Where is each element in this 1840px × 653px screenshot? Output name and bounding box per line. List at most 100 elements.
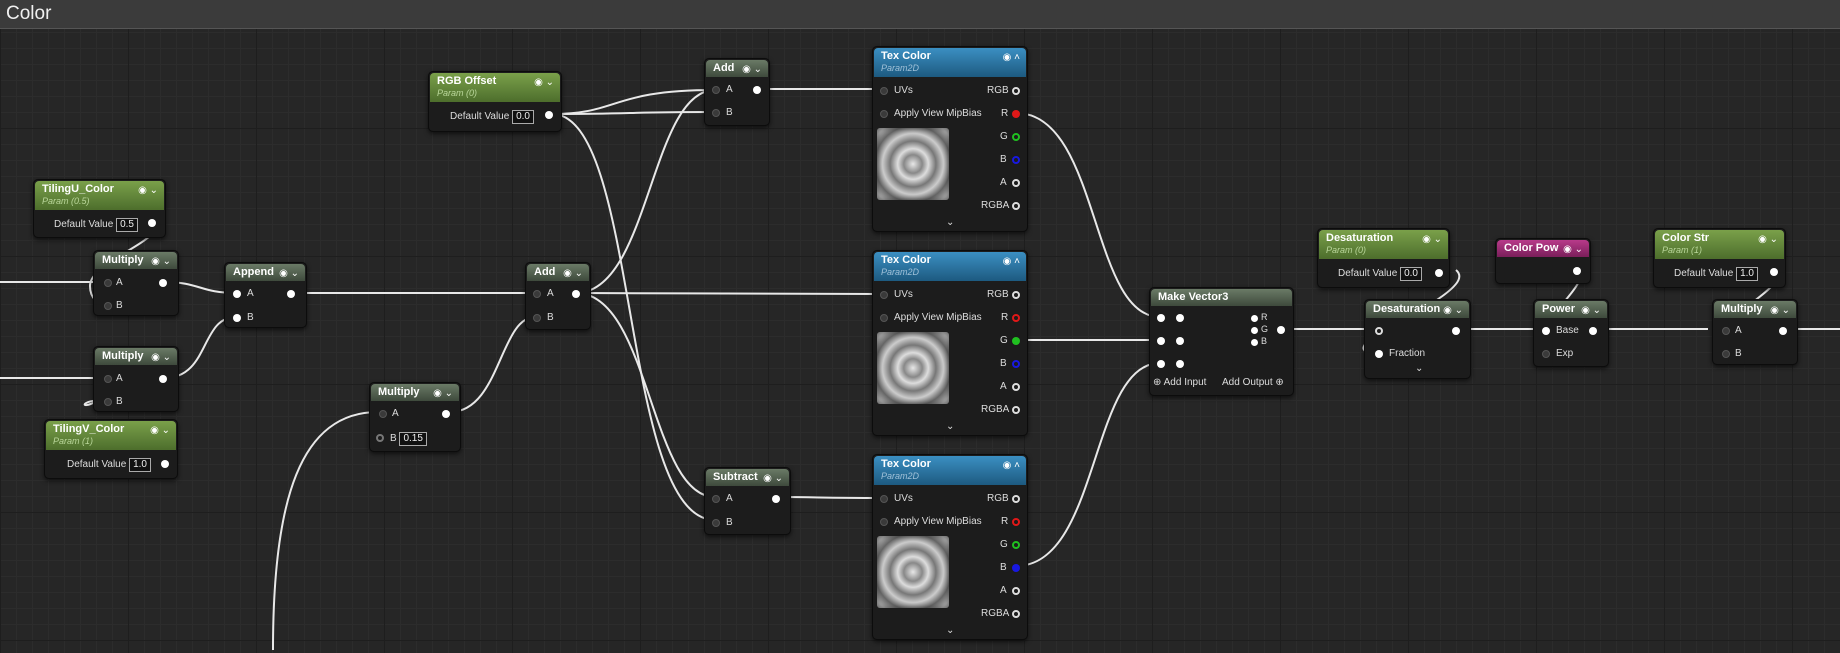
preview-circle-icon[interactable]: ◉ ⌄ [1422, 234, 1442, 245]
output-pin[interactable] [545, 111, 553, 119]
input-pin-a[interactable] [712, 86, 720, 94]
input-pin-b[interactable] [376, 434, 384, 442]
output-pin-g[interactable] [1012, 541, 1020, 549]
output-pin[interactable] [159, 375, 167, 383]
output-pin[interactable] [772, 495, 780, 503]
node-desaturation-param[interactable]: Desaturation Param (0) ◉ ⌄ Default Value… [1317, 228, 1450, 288]
default-value-input[interactable]: 1.0 [129, 458, 151, 472]
output-pin-r[interactable] [1012, 518, 1020, 526]
input-pin-uvs[interactable] [880, 87, 888, 95]
chevron-up-icon[interactable]: ◉ ˄ [1003, 52, 1020, 63]
input-pin-b[interactable] [712, 109, 720, 117]
output-pin-g[interactable] [1012, 133, 1020, 141]
output-pin-r[interactable] [1012, 110, 1020, 118]
node-multiply-1[interactable]: Multiply ◉ ⌄ A B [93, 250, 179, 316]
output-pin[interactable] [1435, 269, 1443, 277]
input-pin-fraction[interactable] [1375, 350, 1383, 358]
preview-circle-icon[interactable]: ◉ ⌄ [534, 77, 554, 88]
output-pin[interactable] [442, 410, 450, 418]
output-pin[interactable] [1770, 268, 1778, 276]
chevron-up-icon[interactable]: ◉ ˄ [1003, 460, 1020, 471]
node-multiply-3[interactable]: Multiply ◉ ⌄ A B 0.15 [369, 382, 461, 452]
output-pin[interactable] [1779, 327, 1787, 335]
node-multiply-2[interactable]: Multiply ◉ ⌄ A B [93, 346, 179, 412]
preview-circle-icon[interactable]: ◉ ⌄ [150, 425, 170, 436]
output-pin-a[interactable] [1012, 383, 1020, 391]
output-pin-b[interactable] [1012, 360, 1020, 368]
input-pin-3[interactable] [1157, 360, 1165, 368]
output-pin-rgba[interactable] [1012, 406, 1020, 414]
node-append[interactable]: Append ◉ ⌄ A B [224, 262, 307, 328]
default-value-input[interactable]: 0.0 [512, 110, 534, 124]
node-make-vector3[interactable]: Make Vector3 R G B ⊕ Add Input Add Outpu… [1149, 287, 1294, 396]
preview-circle-icon[interactable]: ◉ ⌄ [1443, 305, 1463, 316]
output-pin[interactable] [161, 460, 169, 468]
preview-circle-icon[interactable]: ◉ ⌄ [1581, 305, 1601, 316]
input-pin-a[interactable] [104, 375, 112, 383]
input-pin-mipbias[interactable] [880, 518, 888, 526]
input-pin-b[interactable] [1722, 350, 1730, 358]
output-pin[interactable] [1452, 327, 1460, 335]
node-rgb-offset-param[interactable]: RGB Offset Param (0) ◉ ⌄ Default Value 0… [428, 71, 562, 132]
preview-circle-icon[interactable]: ◉ ⌄ [1563, 244, 1583, 255]
preview-circle-icon[interactable]: ◉ ⌄ [151, 256, 171, 267]
input-pin-b[interactable] [104, 302, 112, 310]
input-pin-2[interactable] [1157, 337, 1165, 345]
preview-circle-icon[interactable]: ◉ ⌄ [1770, 305, 1790, 316]
input-pin-b[interactable] [233, 314, 241, 322]
input-pin-uvs[interactable] [880, 291, 888, 299]
chevron-down-icon[interactable]: ⌄ [1415, 363, 1423, 374]
add-output-button[interactable]: Add Output ⊕ [1222, 377, 1284, 388]
input-pin-mipbias[interactable] [880, 110, 888, 118]
input-pin-a[interactable] [712, 495, 720, 503]
chevron-up-icon[interactable]: ◉ ˄ [1003, 256, 1020, 267]
input-pin-1[interactable] [1157, 314, 1165, 322]
output-pin[interactable] [753, 86, 761, 94]
input-pin-base[interactable] [1542, 327, 1550, 335]
output-pin-rgb[interactable] [1012, 291, 1020, 299]
input-pin-mipbias[interactable] [880, 314, 888, 322]
output-pin-a[interactable] [1012, 587, 1020, 595]
input-pin-uvs[interactable] [880, 495, 888, 503]
input-pin-exp[interactable] [1542, 350, 1550, 358]
default-value-input[interactable]: 1.0 [1736, 267, 1758, 281]
input-pin[interactable] [1375, 327, 1383, 335]
node-add-2[interactable]: Add ◉ ⌄ A B [704, 58, 770, 126]
input-pin-a[interactable] [1722, 327, 1730, 335]
input-pin-b[interactable] [533, 314, 541, 322]
node-tex-color-2[interactable]: Tex Color Param2D ◉ ˄ UVs Apply View Mip… [872, 250, 1028, 436]
output-pin-rgb[interactable] [1012, 87, 1020, 95]
preview-circle-icon[interactable]: ◉ ⌄ [1758, 234, 1778, 245]
node-tex-color-3[interactable]: Tex Color Param2D ◉ ˄ UVs Apply View Mip… [872, 454, 1028, 640]
preview-circle-icon[interactable]: ◉ ⌄ [151, 352, 171, 363]
output-pin-b[interactable] [1012, 564, 1020, 572]
input-pin-a[interactable] [379, 410, 387, 418]
output-pin-a[interactable] [1012, 179, 1020, 187]
output-pin[interactable] [1277, 326, 1285, 334]
chevron-down-icon[interactable]: ⌄ [946, 421, 954, 432]
preview-circle-icon[interactable]: ◉ ⌄ [279, 268, 299, 279]
node-tex-color-1[interactable]: Tex Color Param2D ◉ ˄ UVs Apply View Mip… [872, 46, 1028, 232]
output-pin[interactable] [287, 290, 295, 298]
output-pin[interactable] [572, 290, 580, 298]
preview-circle-icon[interactable]: ◉ ⌄ [763, 473, 783, 484]
node-color-str-param[interactable]: Color Str Param (1) ◉ ⌄ Default Value 1.… [1653, 228, 1786, 288]
node-tilingu-param[interactable]: TilingU_Color Param (0.5) ◉ ⌄ Default Va… [33, 179, 166, 238]
node-power[interactable]: Power ◉ ⌄ Base Exp [1533, 299, 1609, 367]
output-pin-rgb[interactable] [1012, 495, 1020, 503]
output-pin-b[interactable] [1012, 156, 1020, 164]
output-pin-r[interactable] [1012, 314, 1020, 322]
input-pin-b[interactable] [712, 519, 720, 527]
node-subtract[interactable]: Subtract ◉ ⌄ A B [704, 467, 791, 535]
output-pin[interactable] [1573, 267, 1581, 275]
chevron-down-icon[interactable]: ⌄ [946, 625, 954, 636]
node-add-1[interactable]: Add ◉ ⌄ A B [525, 262, 591, 330]
node-multiply-4[interactable]: Multiply ◉ ⌄ A B [1712, 299, 1798, 365]
default-value-input[interactable]: 0.0 [1400, 267, 1422, 281]
add-input-button[interactable]: ⊕ Add Input [1153, 377, 1206, 388]
default-value-input[interactable]: 0.5 [116, 218, 138, 232]
preview-circle-icon[interactable]: ◉ ⌄ [138, 185, 158, 196]
output-pin[interactable] [1589, 327, 1597, 335]
b-value-input[interactable]: 0.15 [399, 432, 427, 446]
output-pin-g[interactable] [1012, 337, 1020, 345]
